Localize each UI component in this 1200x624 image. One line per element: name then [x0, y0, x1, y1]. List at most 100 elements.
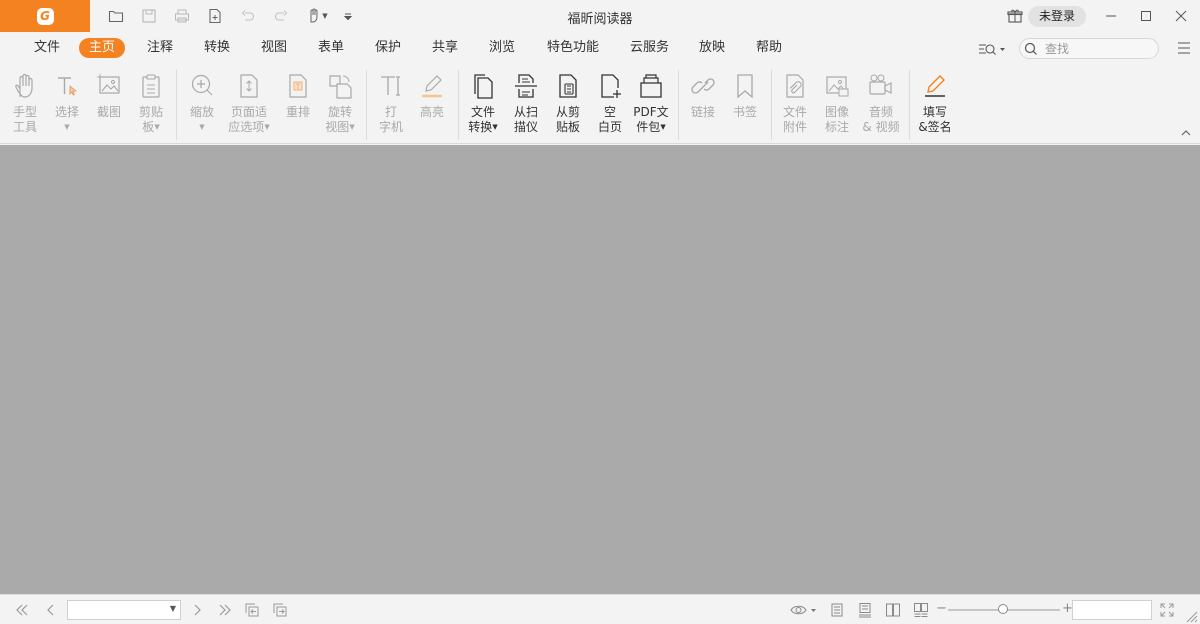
- snapshot-label: 截图: [96, 105, 121, 119]
- rotate-view-button[interactable]: 旋转 视图▼: [322, 72, 358, 135]
- menu-convert[interactable]: 转换: [194, 38, 240, 58]
- highlight-label: 高亮: [419, 105, 444, 119]
- link-icon: [691, 78, 715, 94]
- next-page-icon[interactable]: [189, 602, 205, 618]
- pdf-portfolio-label: PDF文 件包▼: [633, 105, 669, 134]
- menu-slideshow[interactable]: 放映: [689, 38, 735, 58]
- search-mode-icon[interactable]: [978, 40, 1010, 58]
- previous-view-icon[interactable]: [244, 602, 260, 618]
- read-mode-icon[interactable]: [790, 602, 818, 618]
- zoom-out-icon[interactable]: −: [936, 601, 947, 616]
- clipboard-icon: [142, 74, 160, 98]
- select-text-icon: [58, 77, 77, 96]
- foxit-logo-icon: G: [36, 7, 54, 25]
- close-icon[interactable]: [1166, 4, 1196, 28]
- fit-page-label: 页面适 应选项▼: [228, 105, 270, 134]
- highlight-icon: [422, 75, 442, 98]
- file-convert-icon: [474, 74, 493, 99]
- hand-icon[interactable]: ▼: [304, 6, 330, 26]
- file-attachment-button[interactable]: 文件 附件: [780, 72, 810, 135]
- login-button[interactable]: 未登录: [1028, 6, 1086, 27]
- blank-page-icon: [601, 74, 621, 98]
- highlight-button[interactable]: 高亮: [417, 72, 447, 120]
- hand-tool-button[interactable]: 手型 工具: [10, 72, 40, 135]
- options-icon[interactable]: [1176, 40, 1192, 56]
- menu-features[interactable]: 特色功能: [537, 38, 609, 58]
- clipboard-label: 剪贴 板▼: [138, 105, 163, 134]
- ribbon-toolbar: 手型 工具 选择 ▼ 截图 剪贴 板▼ 缩放 ▼ 页面适 应选项▼ 重排 旋转 …: [0, 62, 1200, 144]
- maximize-icon[interactable]: [1131, 4, 1161, 28]
- menu-browse[interactable]: 浏览: [479, 38, 525, 58]
- zoom-slider-thumb[interactable]: [998, 604, 1008, 614]
- menu-form[interactable]: 表单: [308, 38, 354, 58]
- menu-comment[interactable]: 注释: [137, 38, 183, 58]
- rotate-view-icon: [329, 75, 352, 99]
- last-page-icon[interactable]: [217, 602, 233, 618]
- previous-page-icon[interactable]: [43, 602, 59, 618]
- next-view-icon[interactable]: [272, 602, 288, 618]
- page-number-select[interactable]: ▼: [67, 600, 181, 620]
- audio-video-label: 音频 & 视频: [862, 105, 900, 134]
- from-scanner-button[interactable]: 从扫 描仪: [509, 72, 543, 135]
- save-icon[interactable]: [139, 6, 159, 26]
- separator: [176, 70, 177, 140]
- menu-home[interactable]: 主页: [79, 38, 126, 58]
- chevron-down-icon: ▼: [169, 604, 176, 613]
- resize-grip-icon[interactable]: [1186, 611, 1198, 623]
- file-convert-label: 文件 转换▼: [468, 105, 498, 134]
- document-area[interactable]: [0, 145, 1200, 594]
- separator: [366, 70, 367, 140]
- collapse-ribbon-icon[interactable]: [1180, 128, 1192, 138]
- from-clipboard-icon: [559, 74, 577, 98]
- customize-icon[interactable]: [338, 6, 358, 26]
- reflow-button[interactable]: 重排: [283, 72, 313, 120]
- menu-help[interactable]: 帮助: [746, 38, 792, 58]
- redo-icon[interactable]: [271, 6, 291, 26]
- gift-icon[interactable]: [1006, 7, 1024, 25]
- menu-protect[interactable]: 保护: [365, 38, 411, 58]
- select-tool-label: 选择 ▼: [54, 105, 79, 131]
- zoom-label: 缩放 ▼: [189, 105, 214, 131]
- new-page-icon[interactable]: [205, 6, 225, 26]
- link-button[interactable]: 链接: [688, 72, 718, 120]
- menu-cloud[interactable]: 云服务: [620, 38, 679, 58]
- single-page-icon[interactable]: [829, 602, 845, 618]
- first-page-icon[interactable]: [14, 602, 30, 618]
- file-attachment-label: 文件 附件: [782, 105, 807, 134]
- typewriter-button[interactable]: 打 字机: [376, 72, 406, 135]
- facing-page-icon[interactable]: [885, 602, 901, 618]
- zoom-button[interactable]: 缩放 ▼: [187, 72, 217, 135]
- image-annotation-button[interactable]: 图像 标注: [822, 72, 852, 135]
- scanner-icon: [515, 74, 537, 98]
- minimize-icon[interactable]: [1096, 4, 1126, 28]
- print-icon[interactable]: [172, 6, 192, 26]
- audio-video-button[interactable]: 音频 & 视频: [862, 72, 900, 135]
- from-clipboard-button[interactable]: 从剪 贴板: [551, 72, 585, 135]
- file-convert-button[interactable]: 文件 转换▼: [464, 72, 502, 135]
- fit-page-icon: [240, 74, 258, 98]
- menu-share[interactable]: 共享: [422, 38, 468, 58]
- fill-sign-button[interactable]: 填写 &签名: [917, 72, 953, 135]
- clipboard-button[interactable]: 剪贴 板▼: [136, 72, 166, 135]
- app-logo[interactable]: G: [0, 0, 90, 32]
- zoom-level-field[interactable]: [1072, 600, 1152, 620]
- image-annotation-label: 图像 标注: [824, 105, 849, 134]
- bookmark-button[interactable]: 书签: [730, 72, 760, 120]
- open-icon[interactable]: [106, 6, 126, 26]
- menu-view[interactable]: 视图: [251, 38, 297, 58]
- blank-page-button[interactable]: 空 白页: [594, 72, 626, 135]
- menu-file[interactable]: 文件: [24, 38, 70, 58]
- fit-page-button[interactable]: 页面适 应选项▼: [226, 72, 272, 135]
- undo-icon[interactable]: [238, 6, 258, 26]
- continuous-facing-icon[interactable]: [913, 602, 929, 618]
- video-camera-icon: [869, 74, 892, 95]
- blank-page-label: 空 白页: [597, 105, 622, 134]
- search-input[interactable]: [1045, 41, 1153, 56]
- search-field[interactable]: [1019, 38, 1159, 59]
- attachment-icon: [786, 74, 804, 98]
- continuous-page-icon[interactable]: [857, 602, 873, 618]
- snapshot-button[interactable]: 截图: [94, 72, 124, 120]
- pdf-portfolio-button[interactable]: PDF文 件包▼: [632, 72, 670, 135]
- fullscreen-icon[interactable]: [1159, 602, 1175, 618]
- select-tool-button[interactable]: 选择 ▼: [52, 72, 82, 135]
